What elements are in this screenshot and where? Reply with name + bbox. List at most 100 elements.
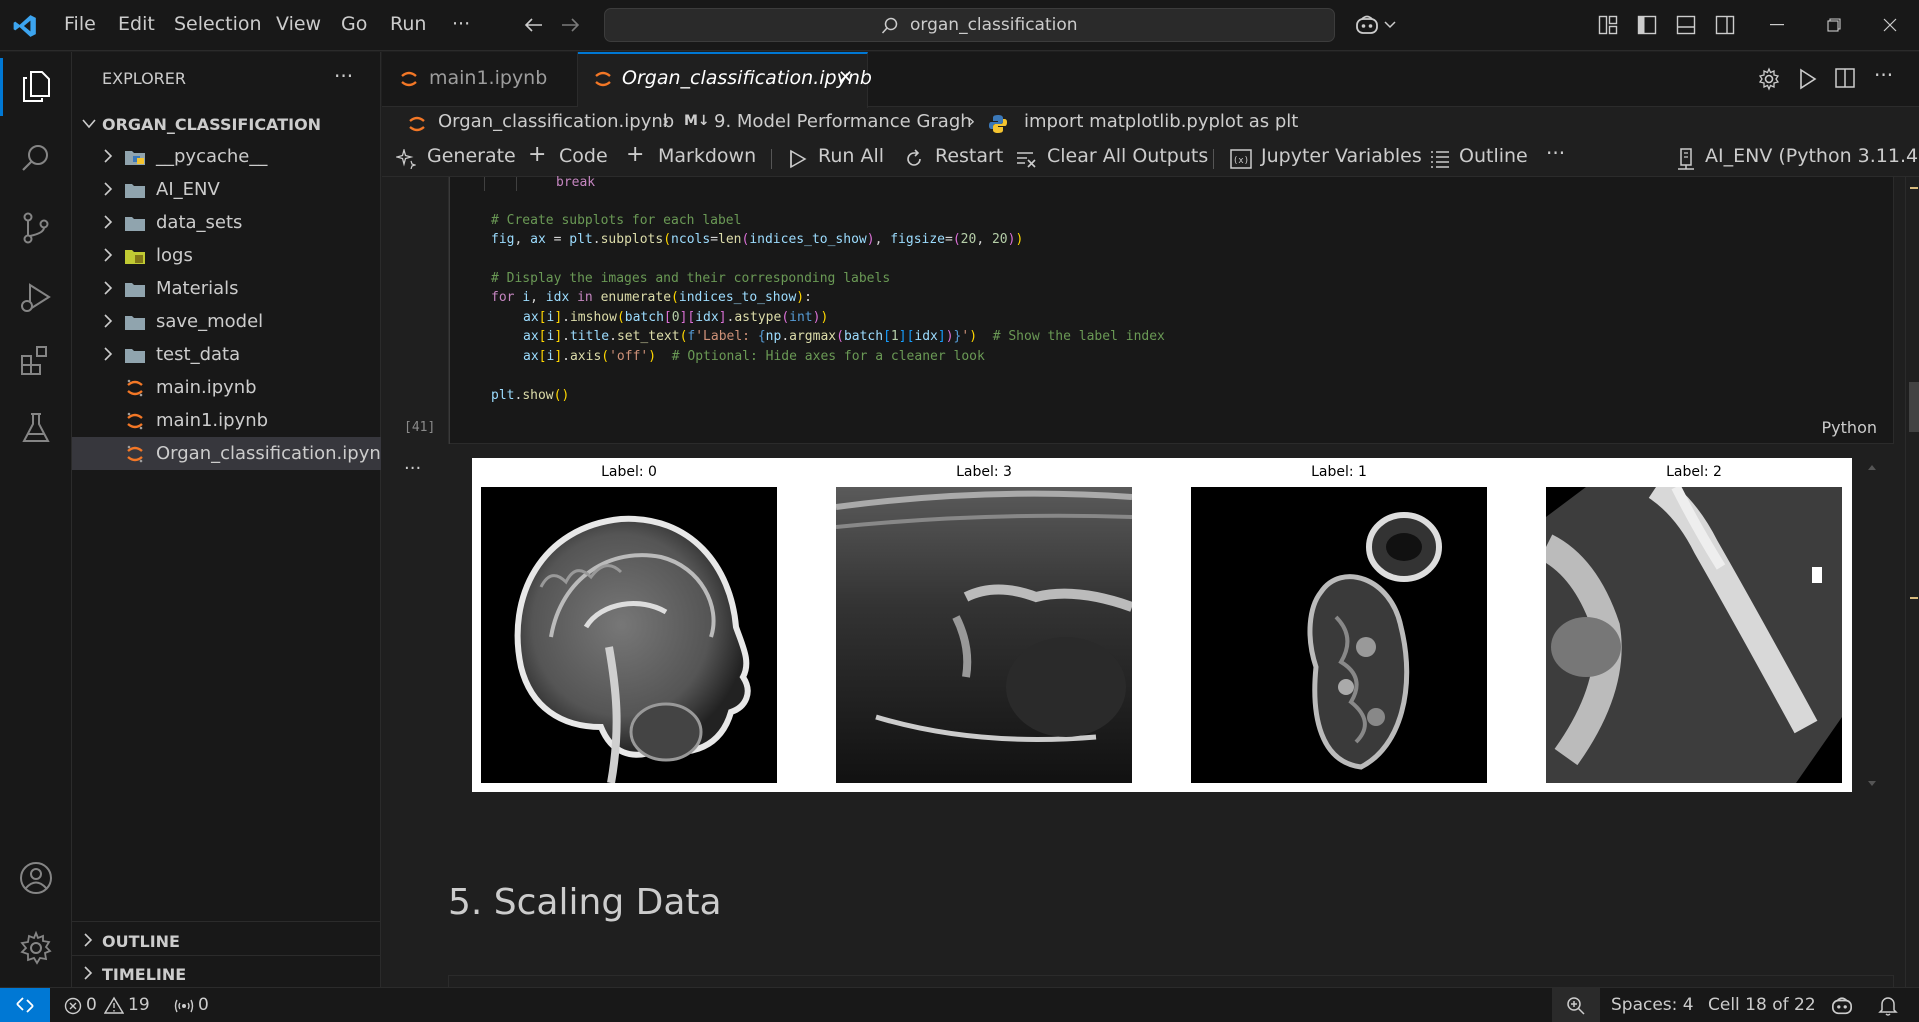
- menu-selection[interactable]: Selection: [174, 13, 262, 35]
- breadcrumb-file[interactable]: Organ_classification.ipynb: [438, 111, 674, 132]
- tree-item-label: data_sets: [156, 212, 243, 233]
- editor-scrollbar[interactable]: [1905, 177, 1919, 987]
- zoom-icon: [1567, 997, 1585, 1015]
- back-arrow-icon[interactable]: [522, 14, 544, 36]
- jupyter-variables-button[interactable]: Jupyter Variables: [1261, 145, 1422, 167]
- copilot-icon[interactable]: [1354, 13, 1380, 37]
- menu-view[interactable]: View: [276, 13, 321, 35]
- tree-item-materials[interactable]: Materials: [72, 272, 381, 305]
- tree-item-test-data[interactable]: test_data: [72, 338, 381, 371]
- customize-layout-icon[interactable]: [1598, 15, 1618, 35]
- output-more-button[interactable]: ···: [404, 458, 421, 479]
- tree-item-label: test_data: [156, 344, 241, 365]
- testing-flask-icon[interactable]: [18, 410, 54, 446]
- menu-edit[interactable]: Edit: [118, 13, 155, 35]
- cell-position-status[interactable]: Cell 18 of 22: [1708, 995, 1816, 1015]
- warning-count[interactable]: 19: [128, 995, 150, 1015]
- restore-icon[interactable]: [1827, 18, 1841, 32]
- notebook-toolbar: Generate + Code + Markdown Run All Resta…: [382, 139, 1919, 177]
- brain-mri-image: [481, 487, 777, 783]
- tree-item-data-sets[interactable]: data_sets: [72, 206, 381, 239]
- restart-button[interactable]: Restart: [935, 145, 1003, 167]
- source-control-icon[interactable]: [18, 210, 54, 246]
- chevron-down-icon[interactable]: [1384, 20, 1396, 30]
- tree-item-main1-ipynb[interactable]: main1.ipynb: [72, 404, 381, 437]
- generate-button[interactable]: Generate: [427, 145, 516, 167]
- tree-item-label: main1.ipynb: [156, 410, 269, 431]
- forward-arrow-icon[interactable]: [560, 14, 582, 36]
- tree-item-save-model[interactable]: save_model: [72, 305, 381, 338]
- scroll-down-icon[interactable]: [1867, 780, 1877, 788]
- image-label: Label: 2: [1666, 464, 1722, 480]
- close-window-icon[interactable]: [1883, 18, 1897, 32]
- tree-item-main-ipynb[interactable]: main.ipynb: [72, 371, 381, 404]
- toggle-panel-icon[interactable]: [1676, 15, 1696, 35]
- indentation-status[interactable]: Spaces: 4: [1611, 995, 1694, 1015]
- scrollbar-thumb[interactable]: [1909, 382, 1919, 432]
- command-center-search[interactable]: organ_classification: [604, 8, 1335, 42]
- explorer-icon[interactable]: [18, 68, 54, 104]
- extensions-icon[interactable]: [18, 342, 54, 378]
- kernel-settings-icon[interactable]: [1757, 67, 1781, 91]
- clear-all-outputs-button[interactable]: Clear All Outputs: [1047, 145, 1208, 167]
- code-cell[interactable]: break # Create subplots for each label f…: [448, 175, 1894, 444]
- toggle-primary-sidebar-icon[interactable]: [1637, 15, 1657, 35]
- search-icon[interactable]: [18, 140, 54, 176]
- cell-output: Label: 0 Label: 3 Label: 1 Label: 2: [472, 458, 1852, 792]
- tab-label: main1.ipynb: [429, 67, 548, 89]
- breadcrumb-cell[interactable]: import matplotlib.pyplot as plt: [1024, 111, 1298, 132]
- menu-more[interactable]: ···: [452, 13, 470, 35]
- next-cell-edge: [448, 975, 1894, 987]
- settings-gear-icon[interactable]: [18, 930, 54, 966]
- cell-language-label[interactable]: Python: [1822, 418, 1877, 437]
- breadcrumb-section[interactable]: 9. Model Performance Gragh: [714, 111, 972, 132]
- menu-file[interactable]: File: [64, 13, 96, 35]
- add-code-button[interactable]: Code: [559, 145, 608, 167]
- tab-organ-classification[interactable]: Organ_classification.ipynb ✕: [578, 52, 872, 108]
- tree-item-pycache[interactable]: __pycache__: [72, 140, 381, 173]
- kernel-icon: [1678, 148, 1694, 170]
- vscode-logo-icon[interactable]: [12, 13, 38, 39]
- run-icon[interactable]: [1796, 67, 1818, 91]
- indent-guide: [516, 177, 517, 191]
- remote-indicator[interactable]: [0, 988, 50, 1022]
- run-debug-icon[interactable]: [18, 280, 54, 316]
- menu-run[interactable]: Run: [390, 13, 426, 35]
- copilot-status-icon[interactable]: [1830, 995, 1854, 1017]
- close-tab-icon[interactable]: ✕: [838, 67, 853, 88]
- menu-go[interactable]: Go: [341, 13, 367, 35]
- scroll-up-icon[interactable]: [1867, 463, 1877, 471]
- notifications-bell-icon[interactable]: [1878, 995, 1898, 1017]
- tab-label: Organ_classification.ipynb: [622, 67, 872, 89]
- chevron-right-icon: [104, 215, 113, 229]
- code-line: break: [556, 175, 596, 190]
- breadcrumb-separator: ›: [968, 111, 976, 132]
- split-editor-icon[interactable]: [1834, 67, 1856, 89]
- explorer-header: EXPLORER: [102, 69, 186, 88]
- editor-more-button[interactable]: ···: [1874, 63, 1893, 87]
- tab-bar: main1.ipynb Organ_classification.ipynb ✕…: [382, 52, 1919, 108]
- zoom-indicator[interactable]: [1552, 988, 1600, 1022]
- ports-count[interactable]: 0: [198, 995, 209, 1015]
- tab-main1[interactable]: main1.ipynb: [382, 52, 578, 107]
- accounts-icon[interactable]: [18, 860, 54, 896]
- toolbar-more-button[interactable]: ···: [1546, 141, 1565, 165]
- tree-item-ai-env[interactable]: AI_ENV: [72, 173, 381, 206]
- outline-button[interactable]: Outline: [1459, 145, 1528, 167]
- timeline-section[interactable]: TIMELINE: [72, 956, 381, 989]
- tree-item-label: AI_ENV: [156, 179, 220, 200]
- run-all-button[interactable]: Run All: [818, 145, 884, 167]
- minimize-icon[interactable]: [1770, 24, 1784, 26]
- add-markdown-button[interactable]: Markdown: [658, 145, 756, 167]
- error-count[interactable]: 0: [86, 995, 97, 1015]
- outline-section[interactable]: OUTLINE: [72, 923, 381, 956]
- workspace-root[interactable]: ORGAN_CLASSIFICATION: [72, 107, 381, 140]
- kernel-picker[interactable]: AI_ENV (Python 3.11.4): [1705, 145, 1919, 167]
- image-label: Label: 1: [1311, 464, 1367, 480]
- tree-item-logs[interactable]: logs: [72, 239, 381, 272]
- explorer-more-button[interactable]: ···: [334, 64, 353, 88]
- toggle-secondary-sidebar-icon[interactable]: [1715, 15, 1735, 35]
- tree-item-organ-classification-ipynb[interactable]: Organ_classification.ipynb: [72, 437, 392, 470]
- search-icon: [881, 17, 898, 34]
- indent-guide: [484, 177, 485, 191]
